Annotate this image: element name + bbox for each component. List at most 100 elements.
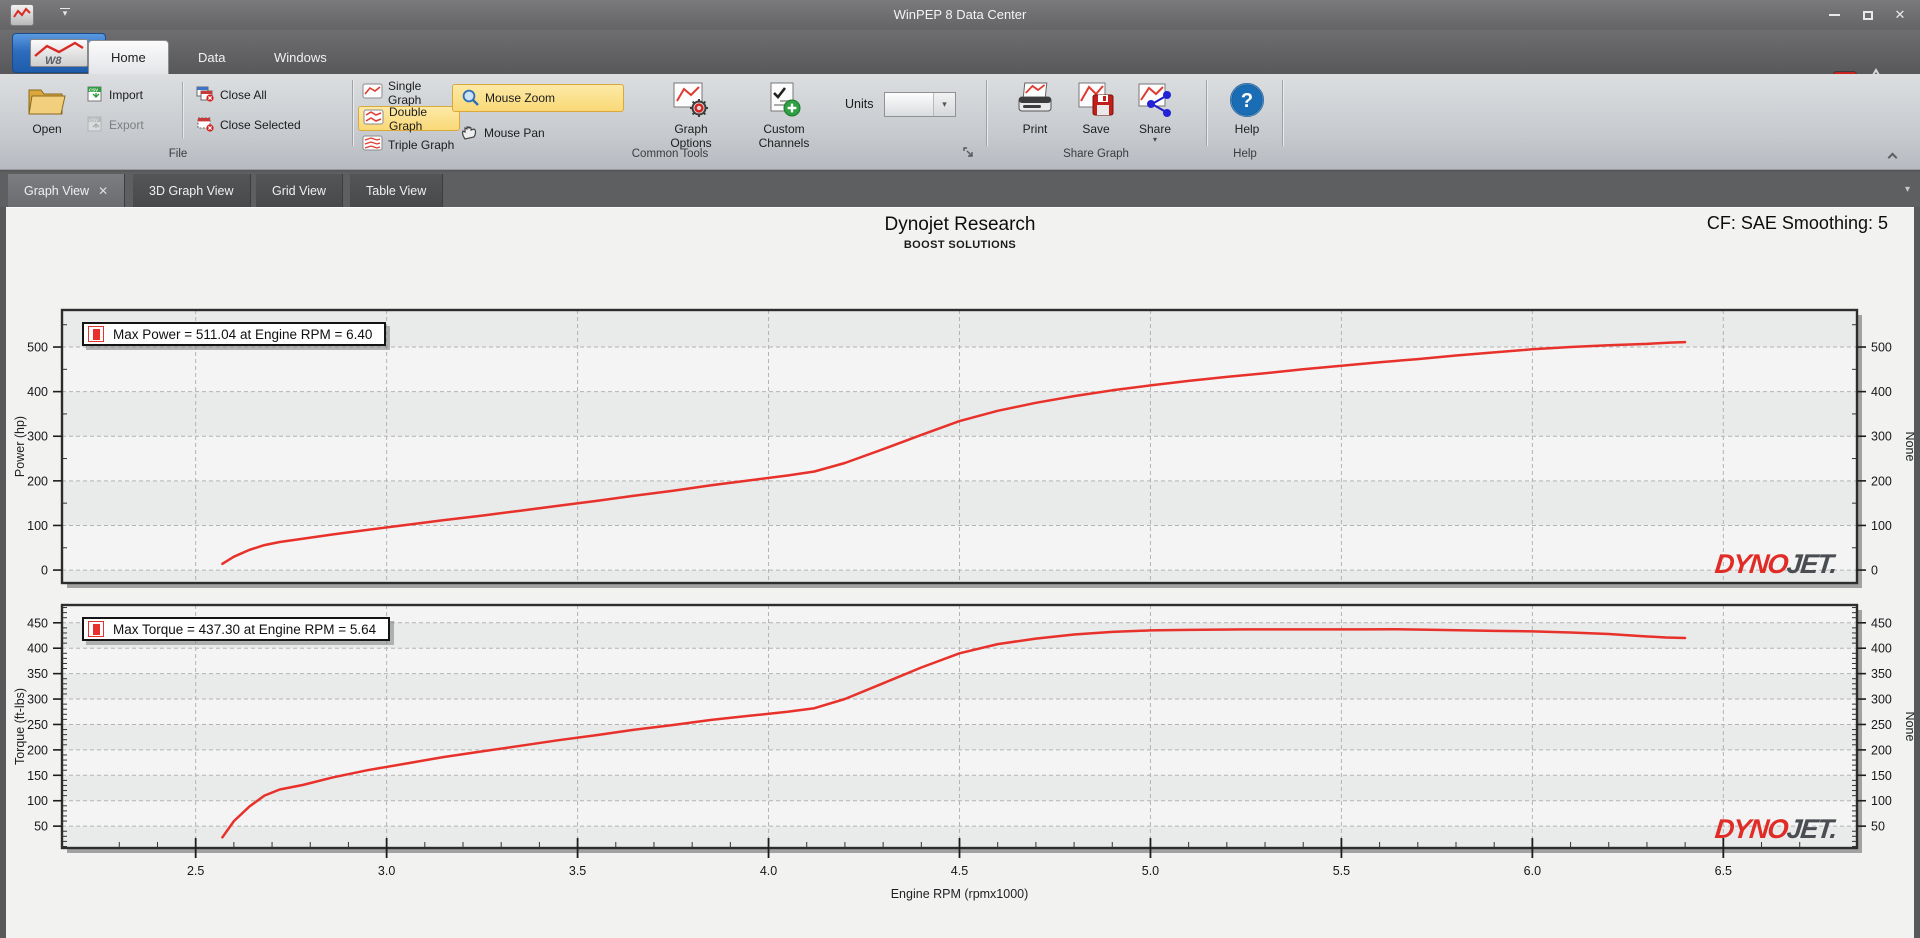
- svg-text:3.0: 3.0: [378, 864, 395, 878]
- group-separator: [1282, 80, 1283, 146]
- channels-plus-icon: [765, 78, 803, 122]
- graph-title: Dynojet Research: [884, 214, 1036, 235]
- close-all-label: Close All: [220, 88, 267, 102]
- power-legend[interactable]: Max Power = 511.04 at Engine RPM = 6.40: [82, 322, 387, 346]
- units-value: [885, 93, 933, 116]
- tab-list-dropdown-icon[interactable]: ▾: [1905, 184, 1910, 195]
- help-label: Help: [1234, 122, 1260, 136]
- svg-text:200: 200: [1871, 743, 1892, 757]
- help-button[interactable]: ? Help: [1216, 78, 1278, 136]
- custom-channels-button[interactable]: Custom Channels: [740, 78, 828, 150]
- ribbon-tab-row: W8 Home Data Windows: [0, 30, 1920, 88]
- title-bar: ▾ WinPEP 8 Data Center ✕: [0, 0, 1920, 30]
- units-dropdown[interactable]: ▾: [884, 92, 956, 117]
- close-selected-button[interactable]: Close Selected: [196, 114, 301, 136]
- svg-text:Engine RPM (rpmx1000): Engine RPM (rpmx1000): [891, 887, 1029, 901]
- csv-import-icon: CSV: [86, 86, 104, 105]
- tab-close-icon[interactable]: ✕: [98, 184, 108, 198]
- power-series-marker-icon: [88, 326, 104, 342]
- svg-text:2.5: 2.5: [187, 864, 204, 878]
- group-separator: [352, 80, 353, 146]
- svg-text:CSV: CSV: [89, 117, 98, 122]
- import-button[interactable]: CSV Import: [86, 84, 143, 106]
- close-all-button[interactable]: Close All: [196, 84, 267, 106]
- double-graph-button[interactable]: Double Graph: [358, 105, 460, 133]
- print-label: Print: [1022, 122, 1048, 136]
- tab-graph-view-label: Graph View: [24, 183, 90, 198]
- svg-text:250: 250: [1871, 718, 1892, 732]
- torque-legend[interactable]: Max Torque = 437.30 at Engine RPM = 5.64: [82, 617, 391, 641]
- mouse-pan-label: Mouse Pan: [484, 126, 545, 140]
- close-icon[interactable]: ✕: [1886, 5, 1914, 25]
- winpep-logo: W8: [30, 39, 88, 67]
- save-button[interactable]: Save: [1068, 78, 1124, 136]
- csv-export-icon: CSV: [86, 116, 104, 135]
- svg-text:None: None: [1903, 712, 1914, 742]
- torque-chart[interactable]: 50 50 100 100 150 150 200 200 250 250 300 300 350 350…: [6, 603, 1914, 903]
- svg-text:250: 250: [27, 718, 48, 732]
- svg-text:W8: W8: [45, 55, 62, 66]
- torque-series-marker-icon: [88, 621, 104, 637]
- custom-channels-label-1: Custom: [763, 122, 805, 136]
- svg-text:400: 400: [1871, 642, 1892, 656]
- single-graph-button[interactable]: Single Graph: [358, 78, 460, 107]
- units-label: Units: [845, 97, 874, 111]
- svg-text:Torque (ft-lbs): Torque (ft-lbs): [13, 688, 27, 765]
- share-nodes-icon: [1136, 78, 1174, 122]
- svg-text:4.0: 4.0: [760, 864, 777, 878]
- dynojet-logo: DYNOJET.: [1713, 549, 1838, 579]
- share-button[interactable]: Share ▾: [1126, 78, 1184, 144]
- hand-pan-icon: [460, 123, 479, 144]
- mouse-pan-button[interactable]: Mouse Pan: [452, 119, 624, 147]
- correction-smoothing-label: CF: SAE Smoothing: 5: [1706, 213, 1888, 233]
- svg-text:Power (hp): Power (hp): [13, 416, 27, 477]
- svg-text:150: 150: [27, 769, 48, 783]
- close-selected-label: Close Selected: [220, 118, 301, 132]
- print-button[interactable]: Print: [1006, 78, 1064, 136]
- minimize-icon[interactable]: [1820, 5, 1848, 25]
- group-separator: [986, 80, 987, 146]
- tab-grid-view[interactable]: Grid View: [256, 174, 343, 207]
- tab-3d-graph-view[interactable]: 3D Graph View: [133, 174, 251, 207]
- export-button[interactable]: CSV Export: [86, 114, 144, 136]
- tab-3d-graph-view-label: 3D Graph View: [149, 183, 234, 198]
- svg-text:400: 400: [27, 642, 48, 656]
- mouse-zoom-button[interactable]: Mouse Zoom: [452, 84, 624, 112]
- tab-graph-view[interactable]: Graph View ✕: [8, 174, 126, 207]
- file-group-label: File: [168, 148, 188, 160]
- ribbon-tab-data[interactable]: Data: [176, 40, 247, 74]
- graph-subtitle: BOOST SOLUTIONS: [903, 239, 1017, 251]
- close-all-icon: [196, 86, 215, 105]
- ribbon-tab-home[interactable]: Home: [88, 40, 169, 74]
- svg-text:6.0: 6.0: [1524, 864, 1541, 878]
- ribbon-collapse-icon[interactable]: [1886, 152, 1898, 163]
- single-graph-label: Single Graph: [388, 78, 422, 107]
- separator: [182, 82, 183, 138]
- svg-text:50: 50: [34, 820, 48, 834]
- ribbon: Open CSV Import CSV Export Close All Clo…: [0, 74, 1920, 170]
- power-chart[interactable]: 0 0 100 100 200 200 300 300 400 400 500 500 Power (h…: [6, 308, 1914, 600]
- save-label: Save: [1082, 122, 1110, 136]
- share-label: Share: [1138, 122, 1172, 136]
- power-legend-label: Max Power = 511.04 at Engine RPM = 6.40: [113, 326, 373, 342]
- graph-options-label-1: Graph: [674, 122, 708, 136]
- tab-table-view[interactable]: Table View: [350, 174, 444, 207]
- graph-view-panel: Dynojet Research BOOST SOLUTIONS CF: SAE…: [6, 207, 1914, 938]
- svg-text:500: 500: [1871, 341, 1892, 355]
- document-tab-strip: Graph View ✕ 3D Graph View Grid View Tab…: [0, 172, 1920, 207]
- svg-text:350: 350: [1871, 667, 1892, 681]
- open-button[interactable]: Open: [14, 78, 80, 136]
- svg-text:300: 300: [1871, 430, 1892, 444]
- svg-text:350: 350: [27, 667, 48, 681]
- ribbon-tab-windows[interactable]: Windows: [252, 40, 349, 74]
- maximize-icon[interactable]: [1854, 5, 1882, 25]
- dynojet-logo: DYNOJET.: [1713, 814, 1838, 844]
- close-selected-icon: [196, 116, 215, 135]
- svg-text:4.5: 4.5: [951, 864, 968, 878]
- graph-options-button[interactable]: Graph Options: [648, 78, 734, 150]
- svg-text:50: 50: [1871, 820, 1885, 834]
- export-label: Export: [109, 118, 144, 132]
- svg-text:5.0: 5.0: [1142, 864, 1159, 878]
- svg-text:3.5: 3.5: [569, 864, 586, 878]
- group-separator: [1206, 80, 1207, 146]
